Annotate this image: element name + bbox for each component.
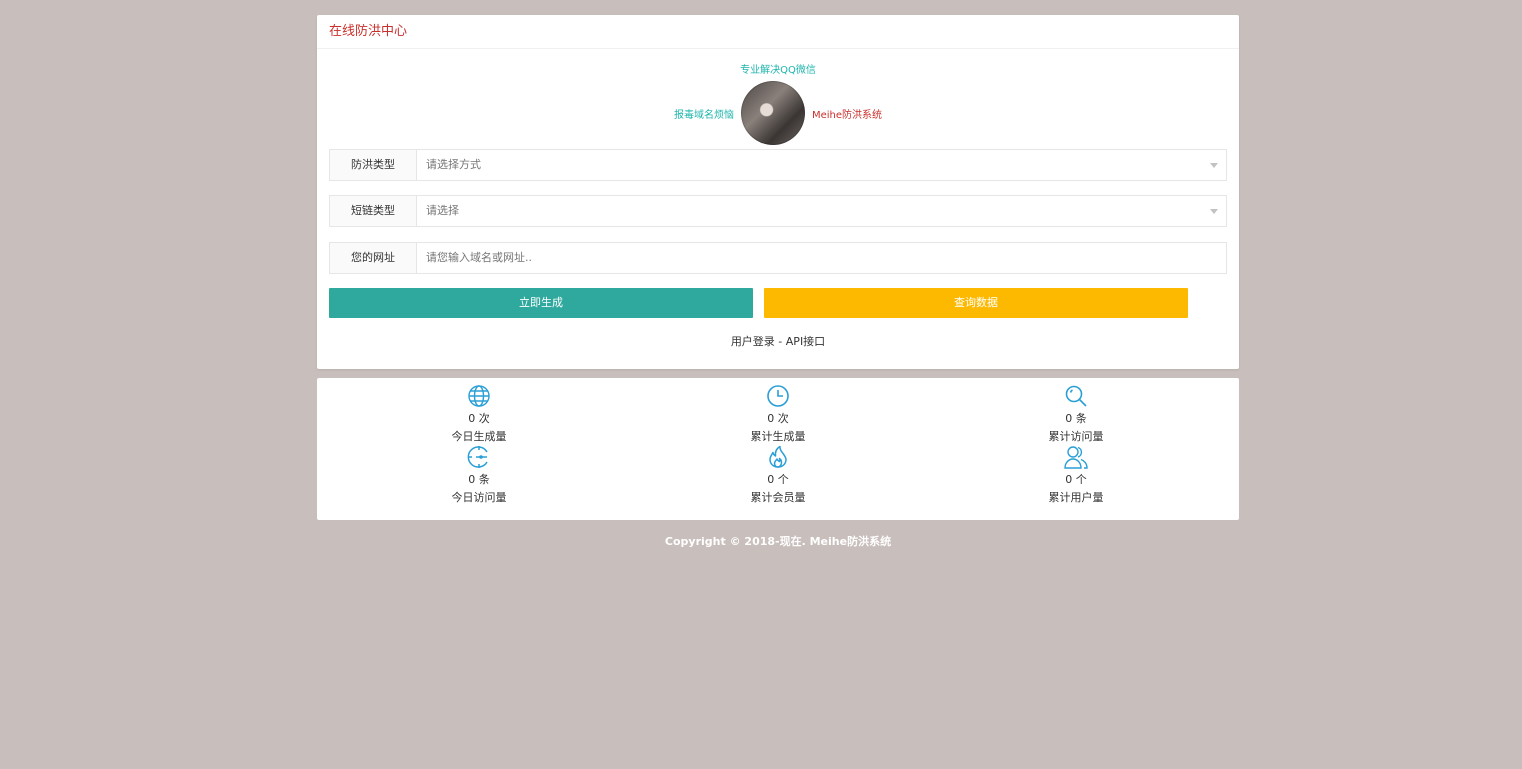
promo-left-text: 报毒域名烦恼 — [674, 110, 734, 121]
short-label: 短链类型 — [330, 196, 417, 226]
footer-links: 用户登录 - API接口 — [317, 333, 1239, 349]
url-label: 您的网址 — [330, 243, 417, 273]
stat-value: 0 个 — [767, 473, 789, 486]
stat-total-users: 0 个 累计用户量 — [1006, 445, 1146, 506]
stat-value: 0 条 — [468, 473, 490, 486]
stat-value: 0 次 — [468, 412, 490, 425]
stat-today-visits: 0 条 今日访问量 — [409, 445, 549, 506]
type-select[interactable]: 请选择方式 — [417, 150, 1226, 180]
search-icon — [1065, 385, 1087, 407]
chevron-down-icon — [1210, 163, 1218, 168]
clock-icon — [767, 385, 789, 407]
stat-value: 0 个 — [1065, 473, 1087, 486]
main-card: 在线防洪中心 专业解决QQ微信 报毒域名烦恼 Meihe防洪系统 防洪类型 请选… — [317, 15, 1239, 369]
card-body: 专业解决QQ微信 报毒域名烦恼 Meihe防洪系统 防洪类型 请选择方式 短链类… — [317, 49, 1239, 369]
stat-value: 0 次 — [767, 412, 789, 425]
page-wrapper: 在线防洪中心 专业解决QQ微信 报毒域名烦恼 Meihe防洪系统 防洪类型 请选… — [317, 15, 1239, 548]
stat-label: 今日访问量 — [451, 491, 507, 504]
url-input[interactable]: 请您输入域名或网址.. — [417, 243, 1226, 273]
url-input-row: 您的网址 请您输入域名或网址.. — [329, 242, 1227, 274]
url-input-placeholder: 请您输入域名或网址.. — [426, 251, 532, 264]
card-title: 在线防洪中心 — [317, 15, 1239, 49]
stats-panel: 0 次 今日生成量 0 次 累计生成量 0 条 累计访问量 0 条 今日访问量 … — [317, 378, 1239, 520]
short-select[interactable]: 请选择 — [417, 196, 1226, 226]
link-separator: - — [774, 335, 786, 348]
api-link[interactable]: API接口 — [786, 335, 825, 348]
stat-label: 累计用户量 — [1048, 491, 1104, 504]
stat-label: 今日生成量 — [451, 430, 507, 443]
target-icon — [467, 446, 488, 468]
stat-label: 累计生成量 — [750, 430, 806, 443]
type-select-row: 防洪类型 请选择方式 — [329, 149, 1227, 181]
query-button[interactable]: 查询数据 — [764, 288, 1188, 318]
copyright-footer: Copyright © 2018-现在. Meihe防洪系统 — [664, 535, 892, 548]
users-icon — [1064, 446, 1088, 469]
stat-value: 0 条 — [1065, 412, 1087, 425]
fire-icon — [769, 445, 787, 468]
stat-total-members: 0 个 累计会员量 — [708, 445, 848, 506]
promo-top-text: 专业解决QQ微信 — [740, 65, 816, 76]
login-link[interactable]: 用户登录 — [731, 335, 775, 348]
stat-total-generated: 0 次 累计生成量 — [708, 384, 848, 445]
chevron-down-icon — [1210, 209, 1218, 214]
generate-button[interactable]: 立即生成 — [329, 288, 753, 318]
promo-right-text: Meihe防洪系统 — [812, 110, 883, 121]
globe-icon — [468, 385, 490, 407]
type-label: 防洪类型 — [330, 150, 417, 180]
stat-label: 累计访问量 — [1048, 430, 1104, 443]
type-select-placeholder: 请选择方式 — [426, 158, 481, 171]
stat-today-generated: 0 次 今日生成量 — [409, 384, 549, 445]
short-select-placeholder: 请选择 — [426, 204, 459, 217]
avatar — [741, 81, 805, 145]
short-select-row: 短链类型 请选择 — [329, 195, 1227, 227]
stat-total-visits: 0 条 累计访问量 — [1006, 384, 1146, 445]
stat-label: 累计会员量 — [750, 491, 806, 504]
